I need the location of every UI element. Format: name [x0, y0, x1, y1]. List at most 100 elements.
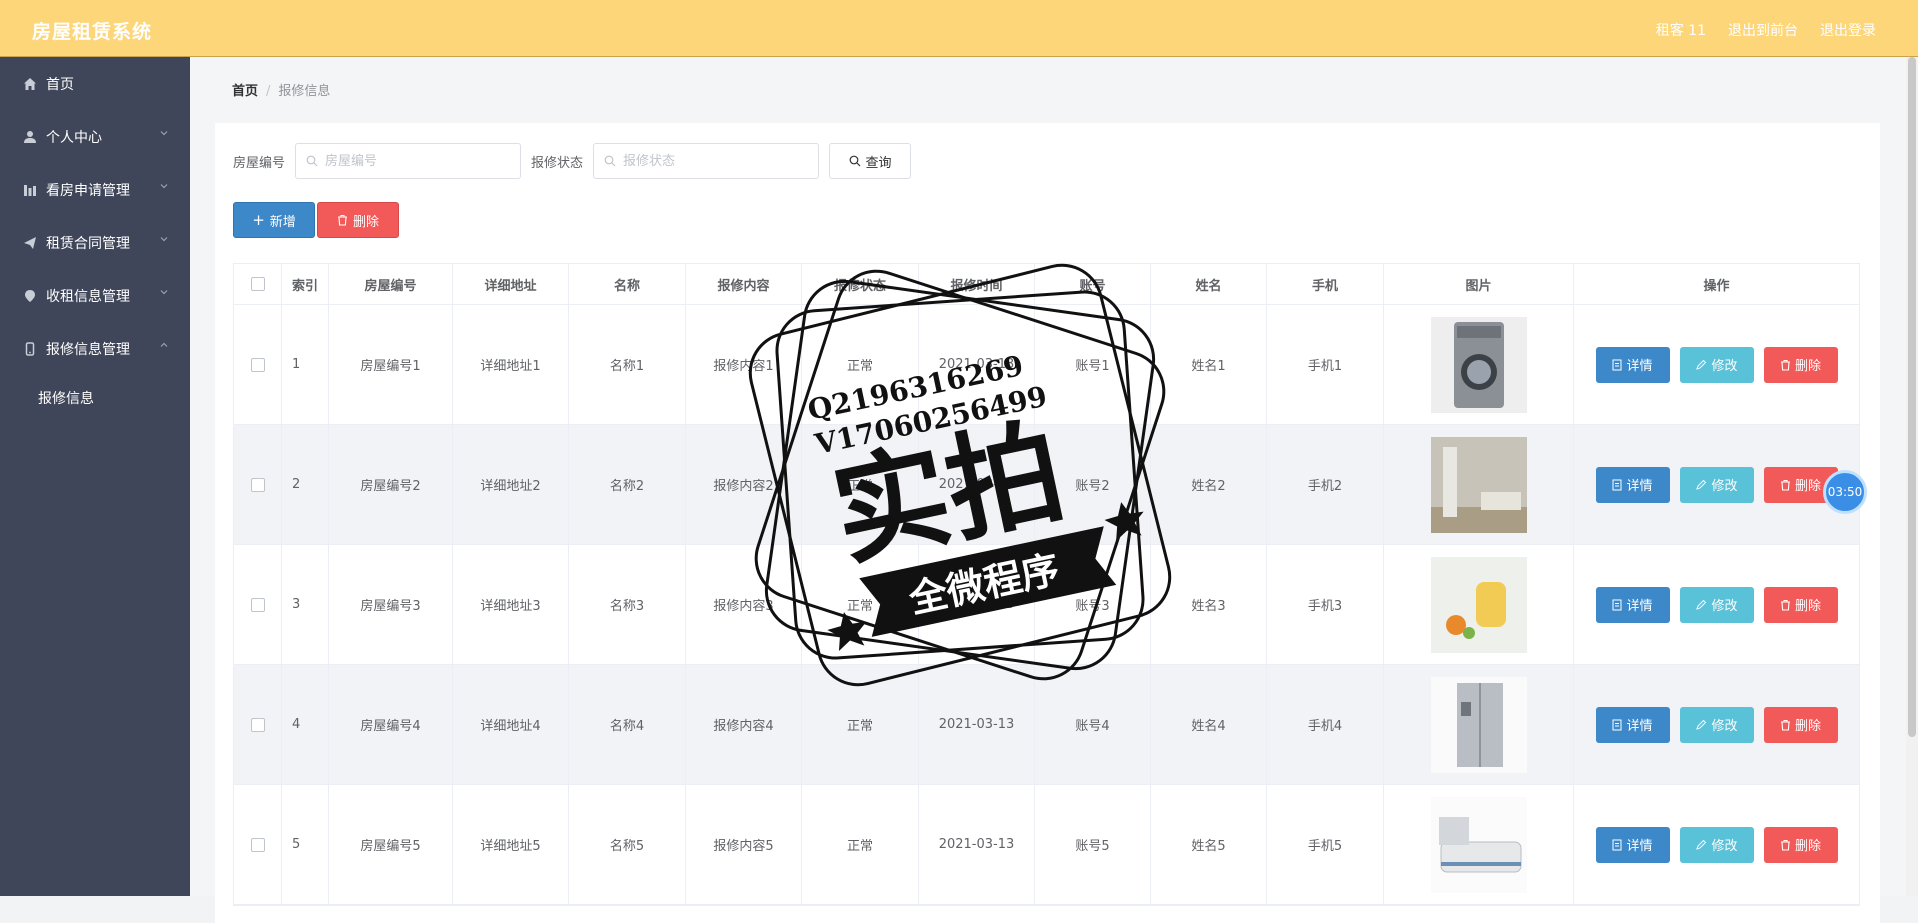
search-icon: [306, 155, 318, 167]
row-image[interactable]: [1430, 436, 1527, 533]
select-all-checkbox[interactable]: [250, 277, 265, 291]
breadcrumb-home[interactable]: 首页: [232, 84, 258, 99]
cell-name: 名称2: [569, 425, 686, 544]
repair-status-search[interactable]: [593, 143, 820, 179]
edit-icon: [1696, 479, 1707, 490]
query-button[interactable]: 查询: [829, 143, 912, 179]
row-image[interactable]: [1430, 316, 1527, 413]
cell-person: 姓名4: [1151, 665, 1267, 784]
delete-button[interactable]: 删除: [1763, 586, 1838, 623]
table-row: 2 房屋编号2 详细地址2 名称2 报修内容2 正常 2021-03-13 账号2 姓名2 手机2…: [234, 425, 1859, 545]
cell-index: 3: [282, 545, 329, 664]
row-image[interactable]: [1430, 796, 1527, 893]
delete-button[interactable]: 删除: [1763, 346, 1838, 383]
house-number-label: 房屋编号: [233, 155, 286, 171]
delete-button[interactable]: 删除: [1763, 706, 1838, 743]
document-icon: [1612, 839, 1622, 850]
cell-phone: 手机3: [1267, 545, 1384, 664]
sidebar-item-rent-collection[interactable]: 收租信息管理: [0, 269, 190, 322]
row-checkbox[interactable]: [250, 597, 265, 612]
table-row: 3 房屋编号3 详细地址3 名称3 报修内容3 正常 2021-03-13 账号3 姓名3 手机3…: [234, 545, 1859, 665]
sidebar-item-home[interactable]: 首页: [0, 57, 190, 110]
detail-button[interactable]: 详情: [1595, 826, 1670, 863]
add-label: 新增: [269, 214, 296, 230]
location-icon: [22, 288, 38, 304]
detail-button[interactable]: 详情: [1595, 706, 1670, 743]
house-number-input[interactable]: [323, 152, 518, 170]
sidebar-item-label: 首页: [46, 76, 74, 93]
chevron-up-icon: [160, 342, 168, 347]
sidebar-item-lease-contracts[interactable]: 租赁合同管理: [0, 216, 190, 269]
scrollbar-thumb[interactable]: [1908, 57, 1916, 737]
breadcrumb: 首页 / 报修信息: [232, 84, 331, 99]
sidebar-item-viewing-requests[interactable]: 看房申请管理: [0, 163, 190, 216]
edit-button[interactable]: 修改: [1679, 466, 1754, 503]
chevron-down-icon: [160, 131, 168, 136]
bar-chart-icon: [22, 182, 38, 198]
edit-button[interactable]: 修改: [1679, 706, 1754, 743]
current-user: 租客 11: [1655, 23, 1706, 39]
edit-button[interactable]: 修改: [1679, 826, 1754, 863]
column-header: 房屋编号: [329, 264, 453, 304]
batch-delete-button[interactable]: 删除: [317, 202, 399, 238]
table-row: 4 房屋编号4 详细地址4 名称4 报修内容4 正常 2021-03-13 账号4 姓名4 手机4…: [234, 665, 1859, 785]
top-bar: 房屋租赁系统 租客 11 退出到前台 退出登录: [0, 0, 1918, 57]
table-row: 1 房屋编号1 详细地址1 名称1 报修内容1 正常 2021-03-13 账号1 姓名1 手机1…: [234, 305, 1859, 425]
cell-phone: 手机2: [1267, 425, 1384, 544]
row-checkbox[interactable]: [250, 357, 265, 372]
cell-address: 详细地址2: [453, 425, 569, 544]
house-number-search[interactable]: [295, 143, 522, 179]
timer-badge[interactable]: 03:50: [1823, 470, 1867, 514]
page-scrollbar[interactable]: [1906, 57, 1918, 896]
app-title: 房屋租赁系统: [32, 21, 153, 43]
action-bar: + 新增 删除: [233, 202, 399, 238]
sidebar-subitem-repair-info[interactable]: 报修信息: [0, 375, 190, 423]
paper-plane-icon: [22, 235, 38, 251]
row-select-cell: [234, 545, 282, 664]
delete-button[interactable]: 删除: [1763, 826, 1838, 863]
cell-account: 账号3: [1035, 545, 1151, 664]
cell-person: 姓名3: [1151, 545, 1267, 664]
plus-icon: +: [252, 211, 265, 229]
cell-status: 正常: [802, 545, 919, 664]
row-image[interactable]: [1430, 676, 1527, 773]
cell-phone: 手机1: [1267, 305, 1384, 424]
add-button[interactable]: + 新增: [233, 202, 315, 238]
repair-status-input[interactable]: [621, 152, 816, 170]
row-checkbox[interactable]: [250, 477, 265, 492]
edit-button[interactable]: 修改: [1679, 586, 1754, 623]
cell-address: 详细地址4: [453, 665, 569, 784]
phone-icon: [22, 341, 38, 357]
cell-content: 报修内容2: [686, 425, 802, 544]
row-image[interactable]: [1430, 556, 1527, 653]
cell-actions: 详情 修改 删除: [1574, 545, 1859, 664]
cell-image: [1384, 305, 1574, 424]
cell-image: [1384, 425, 1574, 544]
exit-to-front-link[interactable]: 退出到前台: [1728, 20, 1798, 40]
edit-button[interactable]: 修改: [1679, 346, 1754, 383]
chevron-down-icon: [160, 290, 168, 295]
detail-button[interactable]: 详情: [1595, 586, 1670, 623]
sidebar-item-label: 租赁合同管理: [46, 235, 130, 252]
detail-button[interactable]: 详情: [1595, 346, 1670, 383]
cell-name: 名称1: [569, 305, 686, 424]
row-checkbox[interactable]: [250, 837, 265, 852]
sidebar-item-personal[interactable]: 个人中心: [0, 110, 190, 163]
trash-icon: [1780, 599, 1790, 611]
cell-house: 房屋编号2: [329, 425, 453, 544]
row-select-cell: [234, 785, 282, 904]
logout-link[interactable]: 退出登录: [1820, 20, 1876, 40]
select-all-cell: [234, 264, 282, 304]
cell-address: 详细地址3: [453, 545, 569, 664]
row-checkbox[interactable]: [250, 717, 265, 732]
cell-content: 报修内容5: [686, 785, 802, 904]
detail-button[interactable]: 详情: [1595, 466, 1670, 503]
edit-icon: [1696, 359, 1707, 370]
edit-icon: [1696, 719, 1707, 730]
document-icon: [1612, 599, 1622, 610]
sidebar-item-repair-management[interactable]: 报修信息管理: [0, 322, 190, 375]
table-body: 1 房屋编号1 详细地址1 名称1 报修内容1 正常 2021-03-13 账号1 姓名1 手机1…: [234, 305, 1859, 905]
column-header: 姓名: [1151, 264, 1267, 304]
cell-image: [1384, 665, 1574, 784]
cell-time: 2021-03-13: [919, 785, 1035, 904]
